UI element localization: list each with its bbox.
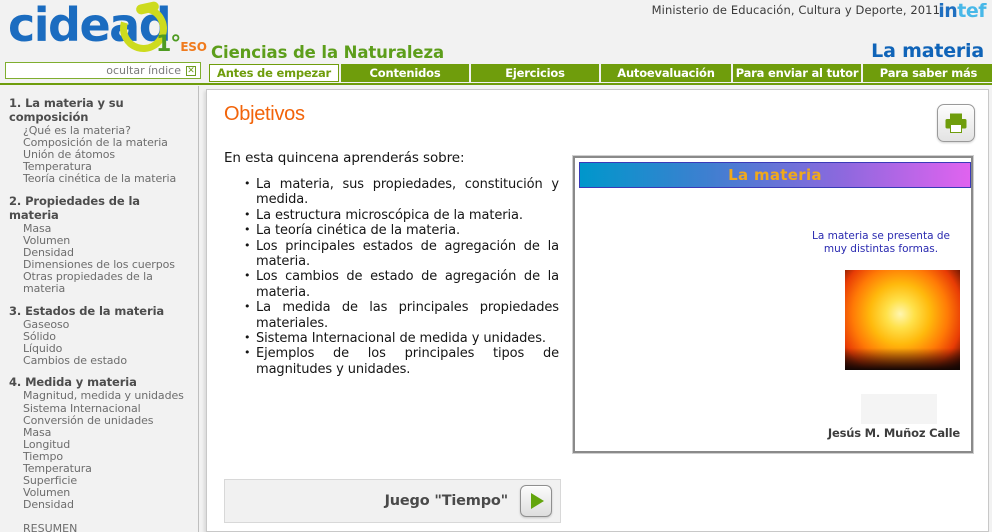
intro-text: En esta quincena aprenderás sobre: — [224, 150, 465, 166]
list-item: La medida de las principales propiedades… — [244, 299, 559, 331]
sidebar-item-volumen-1[interactable]: Volumen — [9, 235, 192, 247]
sidebar-item-superficie[interactable]: Superficie — [9, 475, 192, 487]
list-item: La estructura microscópica de la materia… — [244, 207, 559, 223]
hide-index-label: ocultar índice — [106, 64, 181, 77]
sidebar-item-union-de-atomos[interactable]: Unión de átomos — [9, 149, 192, 161]
tab-autoevaluacion[interactable]: Autoevaluación — [601, 64, 731, 82]
sidebar-item-masa-1[interactable]: Masa — [9, 223, 192, 235]
tab-contenidos[interactable]: Contenidos — [341, 64, 469, 82]
unit-title: La materia — [871, 40, 984, 62]
sidebar-item-que-es-la-materia[interactable]: ¿Qué es la materia? — [9, 125, 192, 137]
preview-title-bar: La materia — [579, 162, 971, 188]
preview-title: La materia — [728, 166, 822, 184]
intef-logo: intef — [938, 0, 986, 22]
intef-logo-in: in — [938, 0, 958, 22]
cidead-logo[interactable]: cidead 1°ESO — [8, 0, 208, 61]
intef-logo-tef: tef — [957, 0, 986, 22]
sidebar-item-teoria-cinetica[interactable]: Teoría cinética de la materia — [9, 173, 192, 185]
sidebar-group-4: 4. Medida y materia Magnitud, medida y u… — [9, 375, 192, 532]
list-item: La materia, sus propiedades, constitució… — [244, 176, 559, 208]
close-box-icon[interactable]: ✕ — [186, 65, 196, 76]
tab-para-enviar-al-tutor[interactable]: Para enviar al tutor — [733, 64, 861, 82]
list-item: Ejemplos de los principales tipos de mag… — [244, 345, 559, 377]
sidebar-item-densidad-1[interactable]: Densidad — [9, 247, 192, 259]
list-item: La teoría cinética de la materia. — [244, 222, 559, 238]
sidebar-item-temperatura-1[interactable]: Temperatura — [9, 161, 192, 173]
sidebar-item-temperatura-2[interactable]: Temperatura — [9, 463, 192, 475]
presentation-preview[interactable]: La materia La materia se presenta de muy… — [573, 156, 973, 453]
sidebar-item-gaseoso[interactable]: Gaseoso — [9, 318, 192, 331]
sidebar-item-tiempo[interactable]: Tiempo — [9, 451, 192, 463]
tab-ejercicios[interactable]: Ejercicios — [471, 64, 599, 82]
cidead-logo-level-number: 1° — [156, 32, 181, 57]
sidebar-item-masa-2[interactable]: Masa — [9, 427, 192, 439]
sidebar-item-densidad-2[interactable]: Densidad — [9, 499, 192, 511]
sidebar-group-1: 1. La materia y su composición ¿Qué es l… — [9, 96, 192, 185]
sun-fireball-image — [845, 270, 960, 370]
sidebar-item-otras-propiedades[interactable]: Otras propiedades de la materia — [9, 271, 192, 294]
sidebar-item-composicion-de-la-materia[interactable]: Composición de la materia — [9, 137, 192, 149]
page-title: Objetivos — [224, 103, 305, 125]
hide-index-toggle[interactable]: ocultar índice ✕ — [5, 62, 201, 79]
sidebar-item-dimensiones-de-los-cuerpos[interactable]: Dimensiones de los cuerpos — [9, 259, 192, 271]
main-tab-bar: Antes de empezar Contenidos Ejercicios A… — [209, 64, 992, 82]
game-launch-bar[interactable]: Juego "Tiempo" — [224, 479, 561, 523]
sidebar-item-longitud[interactable]: Longitud — [9, 439, 192, 451]
sidebar-item-conversion-de-unidades[interactable]: Conversión de unidades — [9, 414, 192, 427]
play-button[interactable] — [520, 485, 552, 517]
play-icon — [531, 493, 544, 509]
sidebar-item-liquido[interactable]: Líquido — [9, 343, 192, 355]
sidebar-group-2: 2. Propiedades de la materia Masa Volume… — [9, 194, 192, 295]
cidead-logo-level: 1°ESO — [156, 32, 207, 57]
cidead-logo-level-stage: ESO — [180, 40, 207, 54]
header-divider — [0, 83, 992, 85]
list-item: Los principales estados de agregación de… — [244, 238, 559, 270]
preview-author: Jesús M. Muñoz Calle — [827, 426, 960, 440]
preview-caption: La materia se presenta de muy distintas … — [812, 230, 950, 255]
list-item: Los cambios de estado de agregación de l… — [244, 268, 559, 300]
tab-para-saber-mas[interactable]: Para saber más — [863, 64, 992, 82]
ministry-credit: Ministerio de Educación, Cultura y Depor… — [651, 3, 940, 17]
sidebar-item-sistema-internacional[interactable]: Sistema Internacional — [9, 402, 192, 415]
subject-title: Ciencias de la Naturaleza — [211, 43, 445, 62]
tab-antes-de-empezar[interactable]: Antes de empezar — [209, 64, 339, 82]
sidebar-group-3: 3. Estados de la materia Gaseoso Sólido … — [9, 304, 192, 367]
main-content-panel: Objetivos En esta quincena aprenderás so… — [206, 89, 989, 532]
sidebar-group-title-4[interactable]: 4. Medida y materia — [9, 375, 192, 389]
list-item: Sistema Internacional de medida y unidad… — [244, 330, 559, 346]
sidebar-item-cambios-de-estado[interactable]: Cambios de estado — [9, 355, 192, 367]
printer-icon — [945, 113, 967, 133]
print-button[interactable] — [937, 104, 975, 142]
author-placeholder-box — [861, 394, 937, 424]
sidebar-item-volumen-2[interactable]: Volumen — [9, 487, 192, 499]
objectives-list: La materia, sus propiedades, constitució… — [243, 176, 559, 377]
sidebar-group-title-2[interactable]: 2. Propiedades de la materia — [9, 194, 192, 222]
sidebar-item-solido[interactable]: Sólido — [9, 331, 192, 343]
game-label: Juego "Tiempo" — [384, 493, 509, 509]
sidebar-item-resumen[interactable]: RESUMEN — [9, 522, 192, 532]
sidebar-group-title-1[interactable]: 1. La materia y su composición — [9, 96, 192, 124]
sidebar-index: 1. La materia y su composición ¿Qué es l… — [0, 86, 199, 532]
sidebar-group-title-3[interactable]: 3. Estados de la materia — [9, 304, 192, 318]
sidebar-item-magnitud-medida-unidades[interactable]: Magnitud, medida y unidades — [9, 390, 192, 402]
page-root: Ministerio de Educación, Cultura y Depor… — [0, 0, 992, 532]
